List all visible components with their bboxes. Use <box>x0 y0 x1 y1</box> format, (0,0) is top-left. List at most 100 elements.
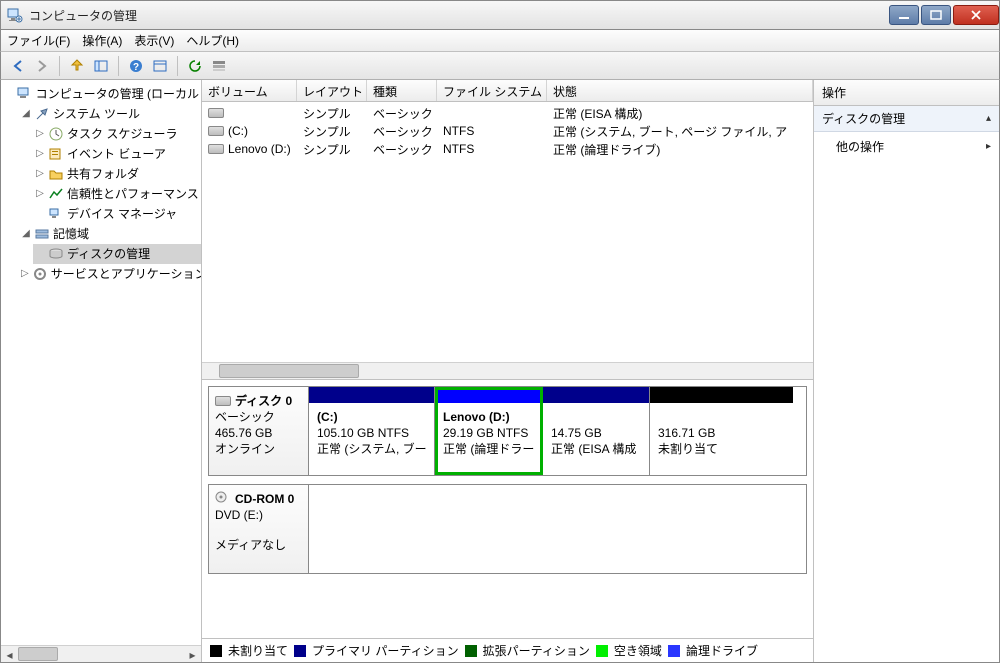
volume-kind: ベーシック <box>367 105 437 122</box>
show-hide-tree-button[interactable] <box>90 55 112 77</box>
tree-event-viewer[interactable]: ▷ イベント ビューア <box>33 144 201 164</box>
volume-fs: NTFS <box>437 124 547 138</box>
legend: 未割り当て プライマリ パーティション 拡張パーティション 空き領域 論理ドライ… <box>202 638 813 662</box>
actions-section[interactable]: ディスクの管理 ▴ <box>814 106 999 132</box>
partition-band <box>543 387 649 403</box>
event-icon <box>48 146 64 162</box>
close-button[interactable] <box>953 5 999 25</box>
chevron-right-icon: ▸ <box>986 141 991 152</box>
disk-0-size: 465.76 GB <box>215 425 302 441</box>
window-title: コンピュータの管理 <box>29 7 887 24</box>
cdrom-title: CD-ROM 0 <box>235 491 294 507</box>
actions-panel: 操作 ディスクの管理 ▴ 他の操作 ▸ <box>813 80 999 662</box>
menu-file[interactable]: ファイル(F) <box>7 32 70 49</box>
actions-more-label: 他の操作 <box>836 138 884 155</box>
help-button[interactable]: ? <box>125 55 147 77</box>
maximize-button[interactable] <box>921 5 951 25</box>
volume-kind: ベーシック <box>367 123 437 140</box>
volume-layout: シンプル <box>297 141 367 158</box>
disk-0-state: オンライン <box>215 441 302 457</box>
volume-row[interactable]: (C:)シンプルベーシックNTFS正常 (システム, ブート, ページ ファイル… <box>202 122 813 140</box>
volume-row[interactable]: シンプルベーシック 正常 (EISA 構成) <box>202 104 813 122</box>
shared-folder-icon <box>48 166 64 182</box>
services-icon <box>32 266 48 282</box>
list-view-icon[interactable] <box>208 55 230 77</box>
scroll-thumb[interactable] <box>219 364 359 378</box>
tree-panel: ▸ コンピュータの管理 (ローカル ◢ <box>1 80 202 662</box>
center-panel: ボリューム レイアウト 種類 ファイル システム 状態 シンプルベーシック正常 … <box>202 80 813 662</box>
separator <box>59 56 60 76</box>
volume-name: (C:) <box>202 124 297 138</box>
menu-help[interactable]: ヘルプ(H) <box>186 32 239 49</box>
volumes-hscrollbar[interactable] <box>202 362 813 379</box>
minimize-button[interactable] <box>889 5 919 25</box>
volume-status: 正常 (論理ドライブ) <box>547 141 813 158</box>
scroll-left-icon[interactable]: ◂ <box>1 646 18 662</box>
tree-storage[interactable]: ◢ 記憶域 <box>19 224 201 244</box>
device-icon <box>48 206 64 222</box>
scroll-right-icon[interactable]: ▸ <box>184 646 201 662</box>
menu-action[interactable]: 操作(A) <box>82 32 122 49</box>
tree-services-apps[interactable]: ▷ サービスとアプリケーション <box>19 264 201 284</box>
disk-0-type: ベーシック <box>215 409 302 425</box>
legend-free: 空き領域 <box>596 642 662 659</box>
volume-layout: シンプル <box>297 123 367 140</box>
clock-icon <box>48 126 64 142</box>
volume-fs: NTFS <box>437 142 547 156</box>
volume-icon <box>208 108 224 118</box>
partition[interactable]: Lenovo (D:)29.19 GB NTFS正常 (論理ドラー <box>435 387 543 475</box>
up-button[interactable] <box>66 55 88 77</box>
volume-row[interactable]: Lenovo (D:)シンプルベーシックNTFS正常 (論理ドライブ) <box>202 140 813 158</box>
volume-status: 正常 (システム, ブート, ページ ファイル, ア <box>547 123 813 140</box>
storage-icon <box>34 226 50 242</box>
volume-kind: ベーシック <box>367 141 437 158</box>
cdrom-type: DVD (E:) <box>215 507 302 523</box>
forward-button[interactable] <box>31 55 53 77</box>
col-layout[interactable]: レイアウト <box>297 80 367 101</box>
scroll-thumb[interactable] <box>18 647 58 661</box>
volume-layout: シンプル <box>297 105 367 122</box>
menu-view[interactable]: 表示(V) <box>134 32 174 49</box>
partition-label: Lenovo (D:)29.19 GB NTFS正常 (論理ドラー <box>435 403 542 475</box>
col-volume[interactable]: ボリューム <box>202 80 297 101</box>
tree-reliability-perf[interactable]: ▷ 信頼性とパフォーマンス <box>33 184 201 204</box>
tree-shared-folders[interactable]: ▷ 共有フォルダ <box>33 164 201 184</box>
cdrom-row[interactable]: CD-ROM 0 DVD (E:) メディアなし <box>208 484 807 574</box>
separator <box>177 56 178 76</box>
legend-primary: プライマリ パーティション <box>294 642 459 659</box>
app-icon <box>7 7 23 23</box>
disk-0-row[interactable]: ディスク 0 ベーシック 465.76 GB オンライン (C:)105.10 … <box>208 386 807 476</box>
volume-status: 正常 (EISA 構成) <box>547 105 813 122</box>
tree-hscrollbar[interactable]: ◂ ▸ <box>1 645 201 662</box>
partition[interactable]: 316.71 GB未割り当て <box>650 387 793 475</box>
legend-logical: 論理ドライブ <box>668 642 758 659</box>
svg-text:?: ? <box>133 62 139 73</box>
tree-disk-management[interactable]: ▷ ディスクの管理 <box>33 244 201 264</box>
disk-0-title: ディスク 0 <box>235 393 292 409</box>
back-button[interactable] <box>7 55 29 77</box>
partition[interactable]: (C:)105.10 GB NTFS正常 (システム, ブー <box>309 387 435 475</box>
tree-task-scheduler[interactable]: ▷ タスク スケジューラ <box>33 124 201 144</box>
computer-icon <box>17 86 33 102</box>
tree-device-manager[interactable]: ▷ デバイス マネージャ <box>33 204 201 224</box>
volume-name: Lenovo (D:) <box>202 142 297 156</box>
partition-band <box>435 387 542 403</box>
tree-system-tools[interactable]: ◢ システム ツール <box>19 104 201 124</box>
volume-icon <box>208 144 224 154</box>
col-kind[interactable]: 種類 <box>367 80 437 101</box>
perf-icon <box>48 186 64 202</box>
refresh-icon[interactable] <box>184 55 206 77</box>
col-fs[interactable]: ファイル システム <box>437 80 547 101</box>
tree-root[interactable]: ▸ コンピュータの管理 (ローカル <box>5 84 201 104</box>
partition[interactable]: 14.75 GB正常 (EISA 構成 <box>543 387 650 475</box>
actions-more[interactable]: 他の操作 ▸ <box>814 132 999 161</box>
collapse-icon: ▴ <box>986 113 991 124</box>
volume-icon <box>208 126 224 136</box>
titlebar: コンピュータの管理 <box>0 0 1000 30</box>
properties-button[interactable] <box>149 55 171 77</box>
volume-list: ボリューム レイアウト 種類 ファイル システム 状態 シンプルベーシック正常 … <box>202 80 813 380</box>
partition-label: 14.75 GB正常 (EISA 構成 <box>543 403 649 475</box>
col-status[interactable]: 状態 <box>547 80 813 101</box>
console-tree[interactable]: ▸ コンピュータの管理 (ローカル ◢ <box>1 80 201 645</box>
tools-icon <box>34 106 50 122</box>
